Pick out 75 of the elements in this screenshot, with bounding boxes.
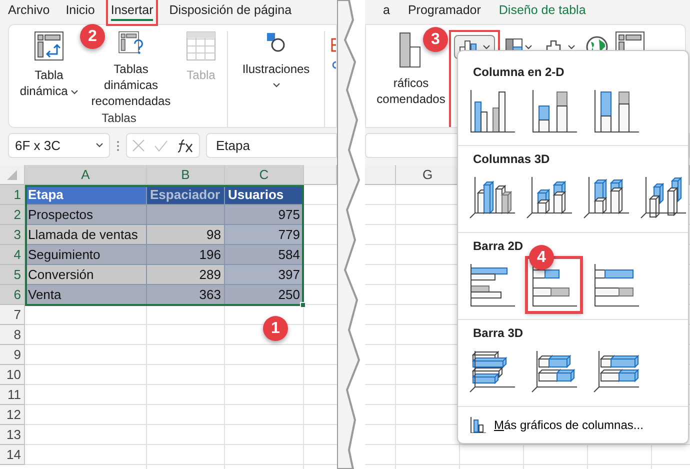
caret-icon (96, 143, 103, 148)
column-chart-icon (531, 88, 577, 134)
column-chart-icon (469, 88, 515, 134)
caret-icon (568, 44, 575, 50)
column-header[interactable]: B (147, 165, 225, 185)
row-header[interactable]: 7 (0, 305, 25, 325)
group-label: Tablas (102, 111, 136, 125)
table-cell: 196 (147, 245, 225, 265)
table-cell: 289 (147, 265, 225, 285)
table-icon (186, 31, 216, 61)
corner-triangle-icon (7, 170, 17, 180)
table-cell: 779 (225, 225, 304, 245)
table-cell: Seguimiento (25, 245, 147, 265)
table-cell: 975 (225, 205, 304, 225)
column-header[interactable]: C (225, 165, 304, 185)
ribbon-button[interactable]: Tabla dinámica (17, 31, 81, 109)
table-cell: Conversión (25, 265, 147, 285)
column-chart-icon (582, 175, 628, 221)
section-title: Barra 3D (473, 326, 524, 340)
bar-chart-icon (469, 349, 515, 395)
caret-icon (525, 44, 532, 50)
pivot-table-icon (34, 31, 64, 61)
table-header-cell: Espaciador (147, 185, 225, 205)
column-chart-icon (470, 417, 486, 433)
ribbon-tab[interactable]: Inicio (66, 3, 95, 21)
bar-chart-icon (593, 262, 639, 308)
caret-icon (71, 90, 78, 95)
section-title: Columna en 2-D (473, 65, 564, 79)
table-cell: Llamada de ventas (25, 225, 147, 245)
row-header[interactable]: 14 (0, 445, 25, 465)
column-header[interactable]: G (396, 165, 460, 185)
table-cell: 98 (147, 225, 225, 245)
ribbon-tab[interactable]: a (383, 3, 390, 21)
table-cell: 250 (225, 285, 304, 305)
row-header[interactable]: 1 (0, 185, 25, 205)
column-header[interactable]: A (25, 165, 147, 185)
ribbon-tab[interactable]: Diseño de tabla (498, 3, 586, 21)
row-header[interactable]: 6 (0, 285, 25, 305)
ribbon-button[interactable]: Ilustraciones (234, 31, 318, 88)
table-cell: 397 (225, 265, 304, 285)
column-chart-icon (468, 175, 514, 221)
row-header[interactable]: 4 (0, 245, 25, 265)
row-header[interactable]: 5 (0, 265, 25, 285)
caret-icon (272, 83, 280, 88)
section-title: Columnas 3D (473, 152, 550, 166)
column-chart-icon (640, 175, 686, 221)
ribbon-tab[interactable]: Programador (408, 3, 481, 21)
row-header[interactable]: 9 (0, 345, 25, 365)
row-header[interactable]: 10 (0, 365, 25, 385)
bar-chart-icon (469, 262, 515, 308)
table-cell: Prospectos (25, 205, 147, 225)
more-options-icon (116, 140, 120, 152)
table-cell: 363 (147, 285, 225, 305)
column-chart-icon (593, 88, 639, 134)
ribbon-tab[interactable]: Insertar (110, 3, 154, 21)
table-cell: Venta (25, 285, 147, 305)
name-box[interactable]: 6F x 3C (8, 133, 110, 158)
column-chart-icon (526, 175, 572, 221)
row-header[interactable]: 3 (0, 225, 25, 245)
row-header[interactable]: 8 (0, 325, 25, 345)
caret-icon (483, 44, 490, 50)
bar-chart-icon (593, 349, 639, 395)
bar-chart-icon (531, 349, 577, 395)
ribbon-tab[interactable]: Archivo (8, 3, 50, 21)
row-header[interactable]: 2 (0, 205, 25, 225)
row-header[interactable]: 13 (0, 425, 25, 445)
row-header[interactable]: 11 (0, 385, 25, 405)
ribbon-tab[interactable]: Disposición de página (169, 3, 292, 21)
section-title: Barra 2D (473, 239, 524, 253)
insert-function-icon[interactable] (176, 138, 194, 152)
more-charts-link[interactable]: Más gráficos de columnas... (458, 407, 656, 443)
fill-handle[interactable] (300, 302, 306, 308)
formula-field[interactable]: Etapa (206, 133, 337, 158)
table-cell: 584 (225, 245, 304, 265)
row-header[interactable]: 12 (0, 405, 25, 425)
